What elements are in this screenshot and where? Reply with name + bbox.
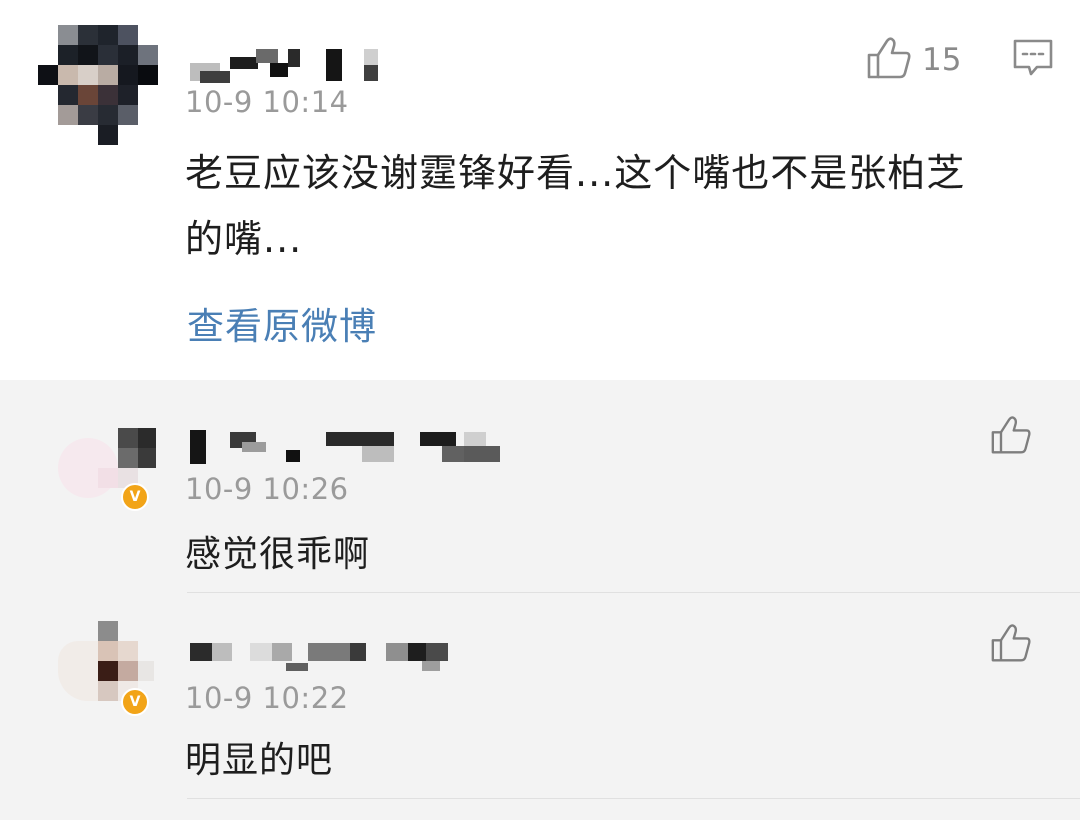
username[interactable]: [190, 45, 390, 85]
weibo-comment-screen: 10-9 10:14 老豆应该没谢霆锋好看...这个嘴也不是张柏芝 的嘴... …: [0, 0, 1080, 820]
thumbs-up-icon: [866, 36, 912, 84]
comment-text-line1: 老豆应该没谢霆锋好看...这个嘴也不是张柏芝: [185, 151, 966, 195]
comment-text-line2: 的嘴...: [185, 217, 303, 261]
main-comment: 10-9 10:14 老豆应该没谢霆锋好看...这个嘴也不是张柏芝 的嘴... …: [0, 0, 1080, 380]
reply-text: 明显的吧: [185, 740, 334, 781]
reply-time: 10-9 10:26: [185, 472, 349, 506]
comment-time: 10-9 10:14: [185, 85, 349, 119]
verified-badge: V: [121, 483, 149, 511]
reply-list: V 10-9 10:26 感觉很乖啊 V 10-9 10:22 明显的吧: [0, 380, 1080, 820]
reply-text: 感觉很乖啊: [185, 534, 371, 575]
like-button[interactable]: 15: [866, 36, 961, 84]
reply-item: V 10-9 10:26 感觉很乖啊: [0, 380, 1080, 592]
username[interactable]: [190, 428, 510, 468]
username[interactable]: [190, 641, 470, 681]
avatar[interactable]: [38, 25, 158, 145]
comment-bubble-icon[interactable]: [1012, 38, 1054, 82]
view-original-weibo-link[interactable]: 查看原微博: [187, 296, 377, 350]
thumbs-up-icon[interactable]: [990, 623, 1032, 667]
reply-item: V 10-9 10:22 明显的吧: [0, 593, 1080, 798]
reply-divider: [187, 798, 1080, 799]
verified-badge: V: [121, 688, 149, 716]
like-count: 15: [922, 42, 962, 78]
thumbs-up-icon[interactable]: [990, 415, 1032, 459]
reply-time: 10-9 10:22: [185, 681, 349, 715]
